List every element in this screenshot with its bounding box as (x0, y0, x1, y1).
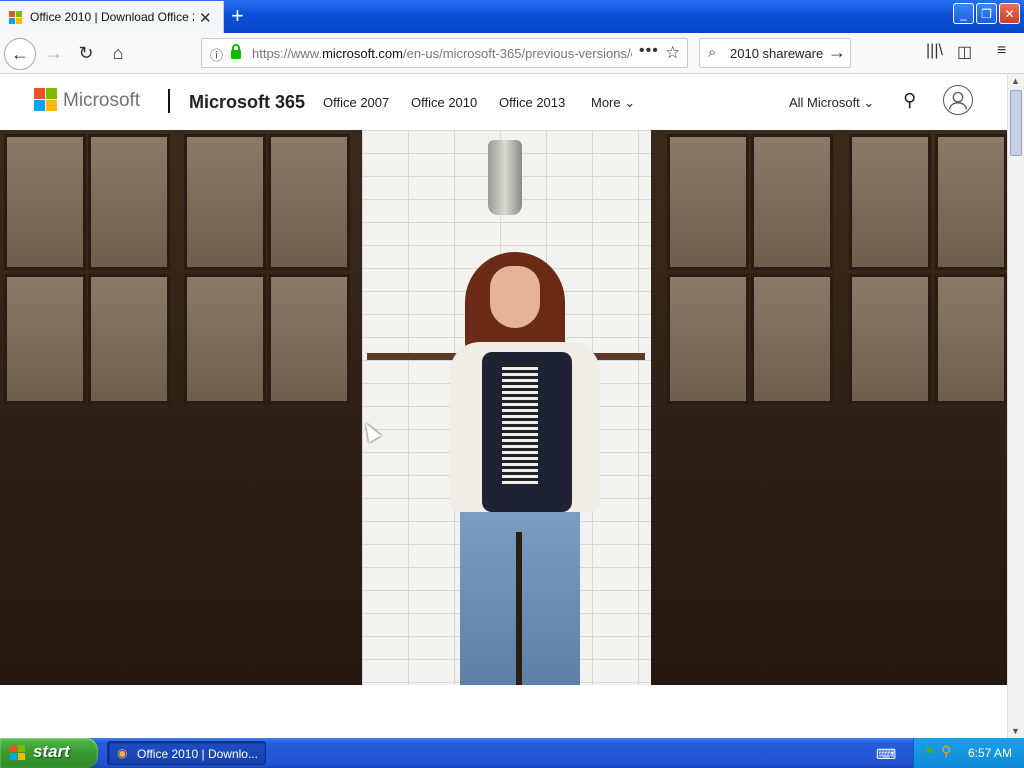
tab-close-icon[interactable]: ✕ (199, 9, 212, 27)
info-icon[interactable]: ⓘ (210, 45, 223, 64)
bookmark-star-icon[interactable]: ☆ (665, 43, 680, 63)
window-controls: _ ❐ ✕ (953, 3, 1020, 24)
scroll-up-icon[interactable]: ▲ (1011, 76, 1020, 86)
start-button[interactable]: start (0, 738, 98, 768)
tab-title: Office 2010 | Download Office 2010 (30, 10, 194, 24)
library-icon[interactable]: |||\ (926, 42, 943, 60)
browser-toolbar: ← → ↻ ⌂ ⓘ https://www.microsoft.com/en-u… (0, 33, 1024, 74)
start-label: start (33, 742, 70, 761)
browser-app-icon: ◉ (117, 746, 128, 760)
scroll-down-icon[interactable]: ▼ (1011, 726, 1020, 736)
nav-office-2010[interactable]: Office 2010 (411, 95, 477, 110)
microsoft-logo-text[interactable]: Microsoft (63, 90, 140, 112)
search-bar[interactable]: ⌕ 2010 shareware → (699, 38, 851, 68)
clock[interactable]: 6:57 AM (968, 746, 1012, 760)
back-button[interactable]: ← (4, 38, 36, 70)
taskbar-item-label: Office 2010 | Downlo... (137, 747, 258, 761)
search-go-arrow-icon[interactable]: → (828, 42, 846, 63)
chevron-down-icon: ⌄ (863, 95, 875, 110)
search-input[interactable]: 2010 shareware (730, 46, 823, 61)
site-search-icon[interactable]: ⚲ (903, 90, 916, 111)
site-header: Microsoft Microsoft 365 Office 2007 Offi… (0, 74, 1007, 130)
close-window-button[interactable]: ✕ (999, 3, 1020, 24)
scroll-thumb[interactable] (1010, 90, 1022, 156)
sidebar-icon[interactable]: ◫ (957, 42, 972, 62)
wall-lamp-image (488, 140, 522, 215)
home-button[interactable]: ⌂ (102, 37, 134, 69)
search-tray-icon[interactable]: ⚲ (941, 743, 951, 760)
keyboard-icon[interactable]: ⌨ (876, 746, 896, 763)
all-microsoft-menu[interactable]: All Microsoft ⌄ (789, 95, 874, 111)
nav-more[interactable]: More ⌄ (591, 95, 635, 111)
right-door-image (651, 130, 1007, 685)
product-title-link[interactable]: Microsoft 365 (189, 92, 305, 113)
browser-tab-active[interactable]: Office 2010 | Download Office 2010 ✕ (0, 1, 224, 33)
windows-flag-icon (10, 745, 26, 761)
taskbar-item-browser[interactable]: ◉ Office 2010 | Downlo... (107, 741, 266, 765)
hero-image (0, 130, 1007, 685)
microsoft-logo-icon[interactable] (34, 88, 57, 111)
forward-button[interactable]: → (38, 37, 70, 69)
address-bar[interactable]: ⓘ https://www.microsoft.com/en-us/micros… (201, 38, 688, 68)
new-tab-button[interactable]: + (231, 3, 244, 29)
minimize-button[interactable]: _ (953, 3, 974, 24)
page-scrollbar[interactable]: ▲ ▼ (1007, 74, 1024, 738)
woman-with-phone-image (440, 252, 610, 685)
nav-office-2007[interactable]: Office 2007 (323, 95, 389, 110)
account-avatar-icon[interactable] (943, 85, 973, 115)
reload-button[interactable]: ↻ (70, 37, 102, 69)
page-actions-icon[interactable]: ••• (639, 42, 659, 60)
header-divider (168, 89, 170, 113)
taskbar: start ◉ Office 2010 | Downlo... ⌨ ⚑ ⚲ 6:… (0, 738, 1024, 768)
lock-icon (231, 44, 241, 59)
nav-office-2013[interactable]: Office 2013 (499, 95, 565, 110)
maximize-button[interactable]: ❐ (976, 3, 997, 24)
system-tray: ⚑ ⚲ 6:57 AM (913, 738, 1024, 768)
chevron-down-icon: ⌄ (624, 95, 636, 110)
menu-hamburger-icon[interactable]: ≡ (997, 42, 1006, 60)
microsoft-favicon-icon (9, 11, 23, 25)
url-text[interactable]: https://www.microsoft.com/en-us/microsof… (252, 46, 632, 61)
browser-title-bar: Office 2010 | Download Office 2010 ✕ + _… (0, 0, 1024, 33)
search-icon: ⌕ (708, 44, 717, 61)
web-page: Microsoft Microsoft 365 Office 2007 Offi… (0, 74, 1007, 738)
left-door-image (0, 130, 362, 685)
network-icon[interactable]: ⚑ (924, 744, 936, 760)
